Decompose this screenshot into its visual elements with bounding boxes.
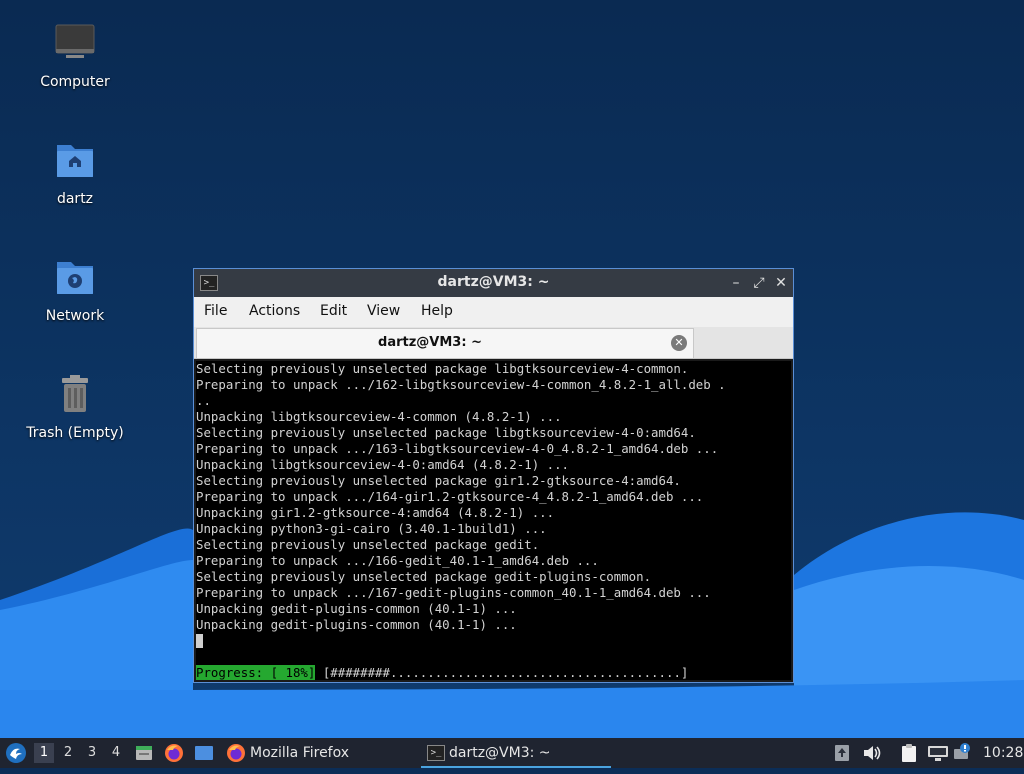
terminal-line: Unpacking gedit-plugins-common (40.1-1) … [196, 617, 517, 632]
terminal-line: Unpacking libgtksourceview-4-common (4.8… [196, 409, 562, 424]
desktop: Computer dartz Network Trash (Empty) >_ … [0, 0, 1024, 738]
menu-help[interactable]: Help [421, 303, 453, 319]
taskbar-terminal-window[interactable]: >_ dartz@VM3: ~ [421, 738, 611, 768]
workspace-2[interactable]: 2 [58, 743, 78, 763]
home-folder-icon [51, 137, 99, 185]
tab-label: dartz@VM3: ~ [378, 335, 482, 350]
updates-icon [835, 745, 849, 761]
progress-line: Progress: [ 18%] [########..............… [196, 665, 791, 680]
network-icon [928, 746, 948, 761]
workspace-4[interactable]: 4 [106, 743, 126, 763]
menu-actions[interactable]: Actions [249, 303, 300, 319]
network-tray[interactable] [927, 744, 949, 762]
terminal-line: Selecting previously unselected package … [196, 473, 681, 488]
computer-icon [51, 20, 99, 68]
trash-icon [51, 371, 99, 419]
tab-terminal[interactable]: dartz@VM3: ~ ✕ [196, 328, 694, 358]
terminal-line: Preparing to unpack .../162-libgtksource… [196, 377, 726, 392]
menu-file[interactable]: File [204, 303, 227, 319]
firefox-icon [165, 744, 183, 762]
terminal-line: Unpacking gedit-plugins-common (40.1-1) … [196, 601, 517, 616]
window-titlebar[interactable]: >_ dartz@VM3: ~ – ⤢ ✕ [194, 269, 793, 297]
show-desktop-launcher[interactable] [194, 744, 214, 762]
taskbar: 1 2 3 4 Mozilla Firefox >_ dartz@VM3: ~ … [0, 738, 1024, 768]
terminal-line: Preparing to unpack .../166-gedit_40.1-1… [196, 553, 599, 568]
close-icon: ✕ [775, 275, 787, 291]
terminal-output[interactable]: Selecting previously unselected package … [196, 361, 791, 680]
terminal-app-icon: >_ [427, 745, 445, 761]
desktop-icon-trash[interactable]: Trash (Empty) [15, 371, 135, 441]
progress-bar: [########...............................… [322, 665, 689, 680]
maximize-button[interactable]: ⤢ [749, 273, 769, 293]
file-manager-icon [136, 746, 152, 760]
clipboard-tray[interactable] [900, 743, 918, 763]
file-manager-launcher[interactable] [134, 743, 154, 763]
taskbar-firefox-window[interactable]: Mozilla Firefox [224, 738, 414, 768]
terminal-line: Selecting previously unselected package … [196, 537, 540, 552]
window-title: dartz@VM3: ~ [437, 274, 550, 290]
minimize-button[interactable]: – [726, 273, 746, 293]
terminal-line: .. [196, 393, 211, 408]
terminal-line: Unpacking gir1.2-gtksource-4:amd64 (4.8.… [196, 505, 555, 520]
tab-bar: dartz@VM3: ~ ✕ [194, 327, 793, 359]
desktop-icon-computer[interactable]: Computer [15, 20, 135, 90]
tab-close-button[interactable]: ✕ [671, 335, 687, 351]
notification-icon [954, 743, 970, 759]
workspace-3[interactable]: 3 [82, 743, 102, 763]
firefox-icon [226, 743, 246, 763]
firefox-launcher[interactable] [164, 743, 184, 763]
speaker-icon [864, 746, 881, 760]
workspace-1[interactable]: 1 [34, 743, 54, 763]
taskbar-terminal-label: dartz@VM3: ~ [449, 745, 551, 761]
close-icon: ✕ [674, 336, 684, 349]
terminal-line: Preparing to unpack .../164-gir1.2-gtkso… [196, 489, 704, 504]
start-menu-button[interactable] [4, 741, 28, 765]
desktop-icon-label: Computer [40, 74, 110, 90]
menu-edit[interactable]: Edit [320, 303, 347, 319]
terminal-line: Preparing to unpack .../163-libgtksource… [196, 441, 719, 456]
clipboard-icon [902, 744, 916, 762]
network-folder-icon [51, 254, 99, 302]
desktop-icon-label: Trash (Empty) [26, 425, 124, 441]
terminal-line: Unpacking python3-gi-cairo (3.40.1-1buil… [196, 521, 547, 536]
text-cursor [196, 634, 203, 648]
desktop-icon-label: Network [45, 308, 105, 324]
terminal-line: Selecting previously unselected package … [196, 569, 652, 584]
desktop-icon-home[interactable]: dartz [15, 137, 135, 207]
terminal-line: Selecting previously unselected package … [196, 425, 696, 440]
volume-tray[interactable] [862, 744, 882, 762]
updates-tray[interactable] [834, 744, 850, 762]
desktop-icon [195, 746, 213, 760]
close-button[interactable]: ✕ [771, 273, 791, 293]
menu-view[interactable]: View [367, 303, 400, 319]
terminal-line: Preparing to unpack .../167-gedit-plugin… [196, 585, 711, 600]
notifications-tray[interactable] [953, 742, 973, 762]
maximize-icon: ⤢ [753, 275, 765, 291]
desktop-icon-label: dartz [56, 191, 94, 207]
menubar: File Actions Edit View Help [194, 297, 793, 327]
desktop-icon-network[interactable]: Network [15, 254, 135, 324]
minimize-icon: – [732, 275, 740, 291]
taskbar-firefox-label: Mozilla Firefox [250, 745, 350, 761]
terminal-line: Selecting previously unselected package … [196, 361, 689, 376]
progress-label: Progress: [ 18%] [196, 665, 316, 680]
terminal-cursor-line [196, 633, 791, 649]
clock[interactable]: 10:28 [983, 738, 1023, 768]
distro-logo-icon [6, 743, 26, 763]
terminal-window[interactable]: >_ dartz@VM3: ~ – ⤢ ✕ File Actions Edit … [193, 268, 794, 683]
terminal-line: Unpacking libgtksourceview-4-0:amd64 (4.… [196, 457, 569, 472]
